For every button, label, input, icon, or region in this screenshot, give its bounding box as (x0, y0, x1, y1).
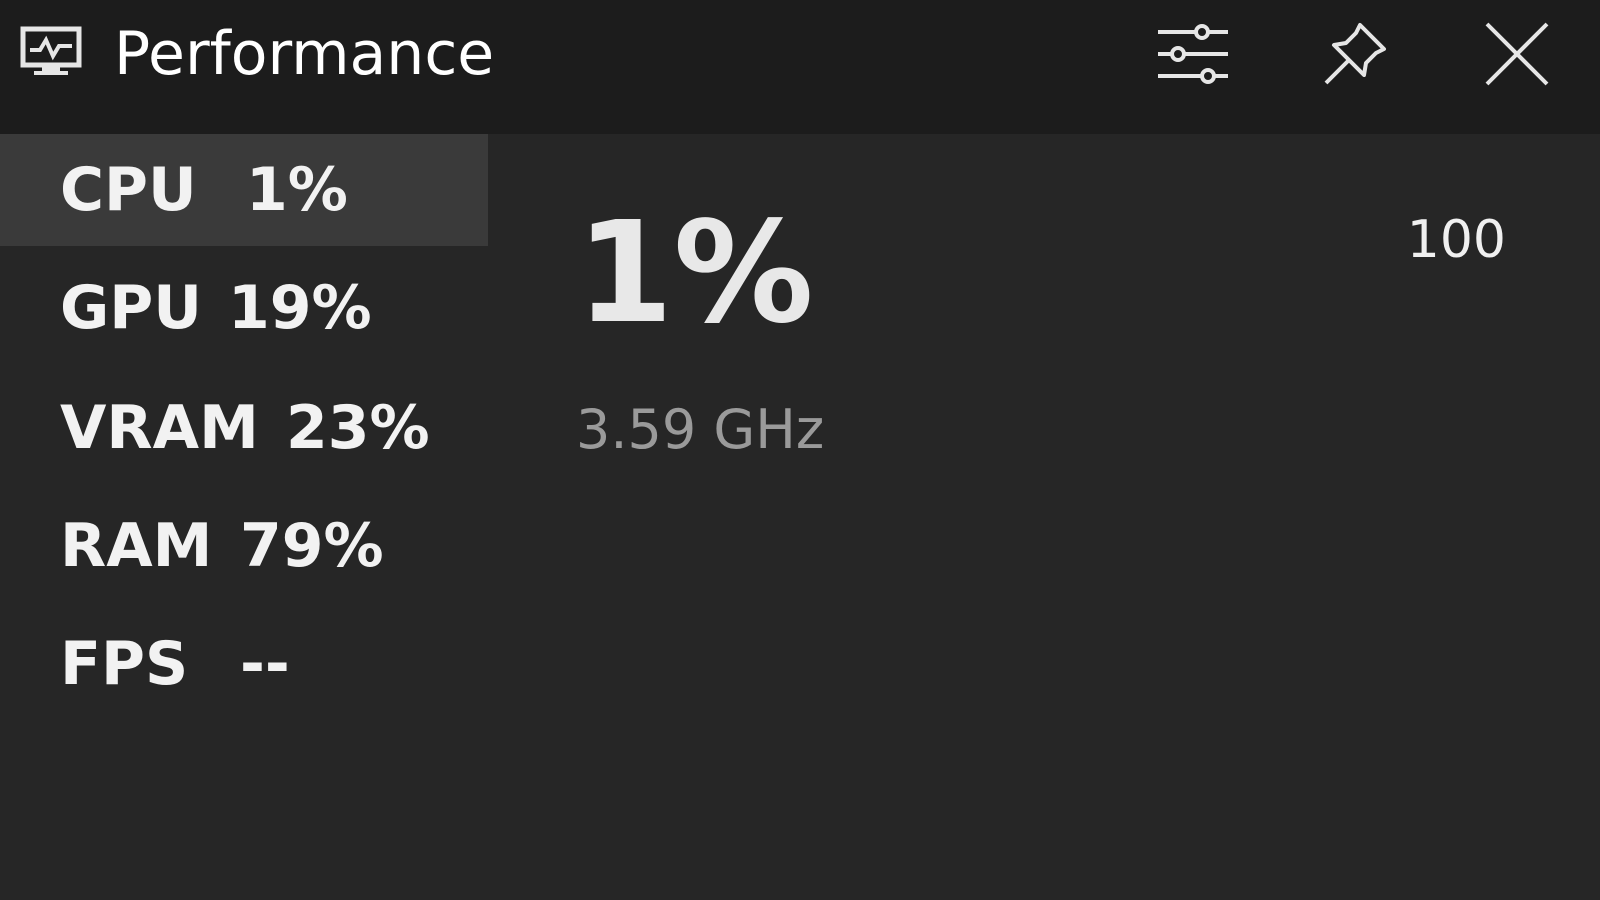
metric-name: RAM (60, 511, 213, 581)
metric-ram[interactable]: RAM 79% (0, 490, 488, 602)
graph-scale-max: 100 (1406, 210, 1506, 270)
current-usage-value: 1% (576, 192, 814, 355)
monitor-icon (20, 26, 82, 75)
metric-value: -- (240, 629, 290, 699)
metric-name: GPU (60, 273, 202, 343)
settings-button[interactable] (1148, 12, 1238, 96)
performance-widget: Performance CPU 1% GPU 19% VRAM 23% RAM … (0, 0, 1600, 900)
metric-value: 19% (228, 273, 372, 343)
metric-fps[interactable]: FPS -- (0, 608, 488, 720)
close-button[interactable] (1472, 12, 1562, 96)
metric-detail-panel: 1% 3.59 GHz 100 (488, 134, 1600, 900)
sliders-icon (1158, 24, 1228, 84)
cpu-frequency: 3.59 GHz (576, 398, 825, 461)
metric-name: VRAM (60, 393, 259, 463)
close-icon (1485, 22, 1549, 86)
metric-value: 23% (286, 393, 430, 463)
metrics-sidebar: CPU 1% GPU 19% VRAM 23% RAM 79% FPS -- (0, 134, 488, 900)
pin-button[interactable] (1310, 12, 1400, 96)
metric-name: CPU (60, 155, 197, 225)
title-bar: Performance (0, 0, 1600, 134)
metric-vram[interactable]: VRAM 23% (0, 372, 488, 484)
metric-name: FPS (60, 629, 189, 699)
metric-cpu[interactable]: CPU 1% (0, 134, 488, 246)
metric-value: 1% (246, 155, 348, 225)
pin-icon (1324, 23, 1386, 85)
metric-gpu[interactable]: GPU 19% (0, 252, 488, 364)
metric-value: 79% (240, 511, 384, 581)
window-title: Performance (114, 19, 495, 89)
